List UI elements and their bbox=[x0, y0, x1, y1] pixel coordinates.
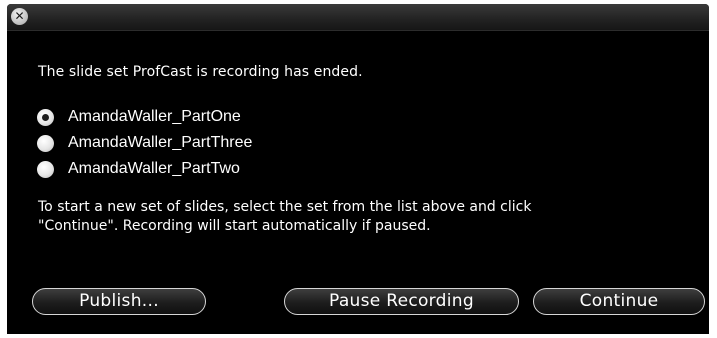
slide-set-option-part-two[interactable]: AmandaWaller_PartTwo bbox=[37, 156, 252, 182]
instructions-text: To start a new set of slides, select the… bbox=[38, 198, 688, 236]
publish-button[interactable]: Publish... bbox=[32, 288, 206, 315]
radio-button[interactable] bbox=[37, 134, 54, 152]
slide-set-label: AmandaWaller_PartThree bbox=[68, 134, 253, 151]
slide-set-list: AmandaWaller_PartOne AmandaWaller_PartTh… bbox=[37, 104, 252, 182]
title-bar: ✕ bbox=[7, 4, 709, 31]
ended-message: The slide set ProfCast is recording has … bbox=[38, 64, 363, 80]
instructions-line-1: To start a new set of slides, select the… bbox=[38, 199, 532, 215]
dialog-window: ✕ The slide set ProfCast is recording ha… bbox=[7, 4, 709, 334]
close-icon[interactable]: ✕ bbox=[11, 8, 28, 25]
radio-button-selected[interactable] bbox=[37, 108, 54, 126]
radio-button[interactable] bbox=[37, 160, 54, 178]
instructions-line-2: "Continue". Recording will start automat… bbox=[38, 218, 431, 234]
slide-set-option-part-three[interactable]: AmandaWaller_PartThree bbox=[37, 130, 252, 156]
slide-set-option-part-one[interactable]: AmandaWaller_PartOne bbox=[37, 104, 252, 130]
slide-set-label: AmandaWaller_PartTwo bbox=[68, 160, 240, 177]
pause-recording-button[interactable]: Pause Recording bbox=[284, 288, 519, 315]
continue-button[interactable]: Continue bbox=[533, 288, 705, 315]
slide-set-label: AmandaWaller_PartOne bbox=[68, 108, 241, 125]
